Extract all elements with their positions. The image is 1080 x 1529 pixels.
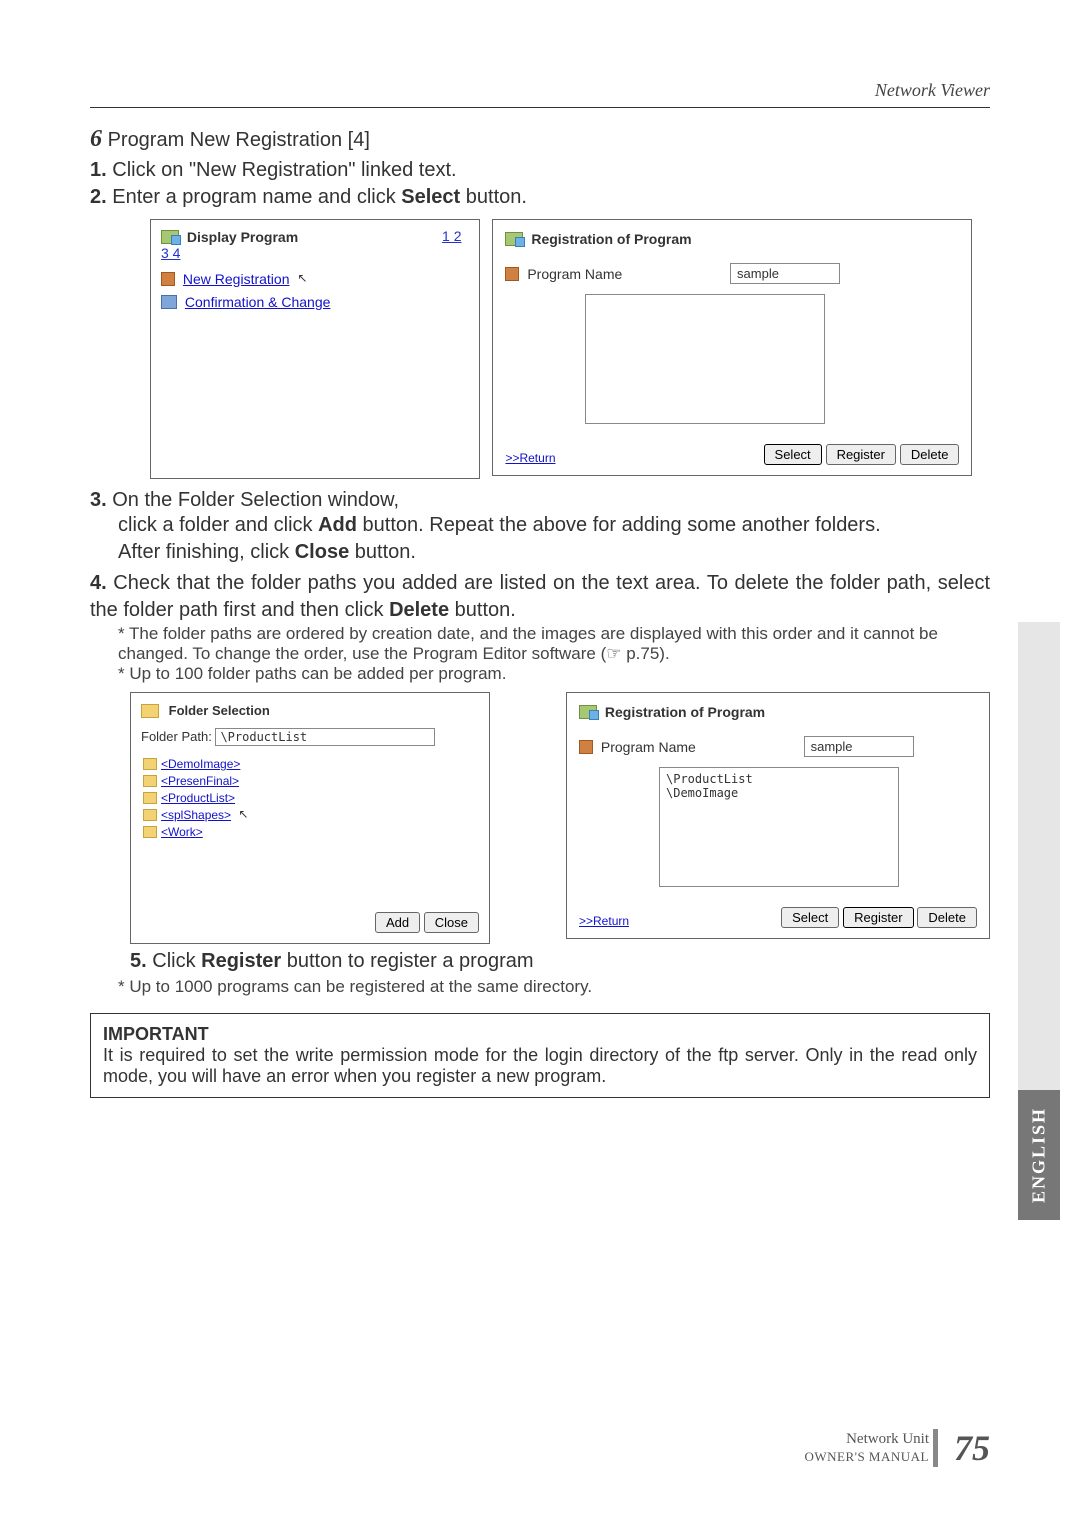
list-text-2b: Select [401,186,460,208]
folder-icon [143,792,157,804]
page-number: 75 [954,1427,990,1469]
list-text-2c: button. [460,186,527,208]
register-button[interactable]: Register [826,444,896,465]
folder-path-input[interactable]: \ProductList [215,728,435,746]
list-text-3d: button. Repeat the above for adding some… [357,514,881,536]
folder-item-link[interactable]: <Work> [161,825,203,839]
side-gray-bar [1018,622,1060,1090]
important-label: IMPORTANT [103,1024,977,1045]
progname-icon [505,267,519,281]
registration-icon [579,705,597,719]
cursor-icon: ↖ [297,271,307,285]
folder-item-link[interactable]: <splShapes> [161,808,231,822]
display-program-icon [161,230,179,244]
register-button-2[interactable]: Register [843,907,913,928]
list-text-4b: Delete [389,599,449,621]
list-text-5b: Register [201,950,281,972]
close-button[interactable]: Close [424,912,479,933]
list-text-5c: button to register a program [281,950,533,972]
registration-panel-1: Registration of Program Program Name sam… [492,219,972,476]
list-num-5: 5. [130,950,147,972]
section-header: Network Viewer [90,80,990,108]
folder-icon [143,826,157,838]
select-button[interactable]: Select [764,444,822,465]
folder-list: <DemoImage> <PresenFinal> <ProductList> … [141,752,479,902]
return-link-2[interactable]: >>Return [579,914,629,928]
note-4-2: * Up to 100 folder paths can be added pe… [118,664,990,684]
list-num-3: 3. [90,489,107,511]
language-tab-english: ENGLISH [1018,1090,1060,1220]
folder-paths-textarea-empty[interactable] [585,294,825,424]
important-box: IMPORTANT It is required to set the writ… [90,1013,990,1098]
list-text-3a: On the Folder Selection window, [112,489,399,511]
progname-input[interactable]: sample [730,263,840,284]
list-text-4a: Check that the folder paths you added ar… [90,572,990,621]
list-num-2: 2. [90,186,107,208]
registration-title: Registration of Program [531,231,691,247]
display-program-panel: Display Program 1 2 3 4 New Registration… [150,219,480,479]
folder-selection-title: Folder Selection [169,703,270,718]
list-text-3b: click a folder and click [118,514,318,536]
list-text-4c: button. [449,599,516,621]
select-button-2[interactable]: Select [781,907,839,928]
note-4-1: * The folder paths are ordered by creati… [118,624,990,664]
return-link[interactable]: >>Return [505,451,555,465]
note-5: * Up to 1000 programs can be registered … [118,977,990,997]
important-text: It is required to set the write permissi… [103,1045,977,1087]
list-text-3g: button. [349,541,416,563]
progname-icon [579,740,593,754]
folder-item-link[interactable]: <PresenFinal> [161,774,239,788]
list-text-3e: After finishing, click [118,541,295,563]
list-text-2a: Enter a program name and click [112,186,401,208]
confirm-change-icon [161,295,177,309]
list-num-1: 1. [90,159,107,181]
folder-path-label: Folder Path: [141,729,212,744]
progname-label: Program Name [527,266,622,282]
add-button[interactable]: Add [375,912,420,933]
step-title: Program New Registration [4] [108,129,370,151]
step-number: 6 [90,126,102,152]
folder-icon [143,758,157,770]
cursor-icon: ↖ [238,807,248,821]
progname-label-2: Program Name [601,739,696,755]
list-text-3c: Add [318,514,357,536]
footer-network-unit: Network Unit [846,1431,929,1447]
list-text-5a: Click [152,950,201,972]
display-program-title: Display Program [187,229,298,245]
confirm-change-link[interactable]: Confirmation & Change [185,294,331,310]
registration-panel-2: Registration of Program Program Name sam… [566,692,990,939]
folder-item-link[interactable]: <ProductList> [161,791,235,805]
registration-icon [505,232,523,246]
folder-icon [143,809,157,821]
folder-icon [143,775,157,787]
list-text-3f: Close [295,541,349,563]
footer: Network Unit OWNER'S MANUAL 75 [804,1427,990,1469]
folder-item-link[interactable]: <DemoImage> [161,757,240,771]
folder-selection-panel: Folder Selection Folder Path: \ProductLi… [130,692,490,945]
footer-owners-manual: OWNER'S MANUAL [804,1449,929,1464]
list-num-4: 4. [90,572,107,594]
folder-selection-icon [141,704,159,718]
new-registration-icon [161,272,175,286]
delete-button[interactable]: Delete [900,444,960,465]
folder-paths-textarea[interactable]: \ProductList \DemoImage [659,767,899,887]
new-registration-link[interactable]: New Registration [183,271,290,287]
registration-title-2: Registration of Program [605,704,765,720]
delete-button-2[interactable]: Delete [917,907,977,928]
list-text-1: Click on "New Registration" linked text. [112,159,456,181]
page-number-bar [933,1429,938,1467]
progname-input-2[interactable]: sample [804,736,914,757]
